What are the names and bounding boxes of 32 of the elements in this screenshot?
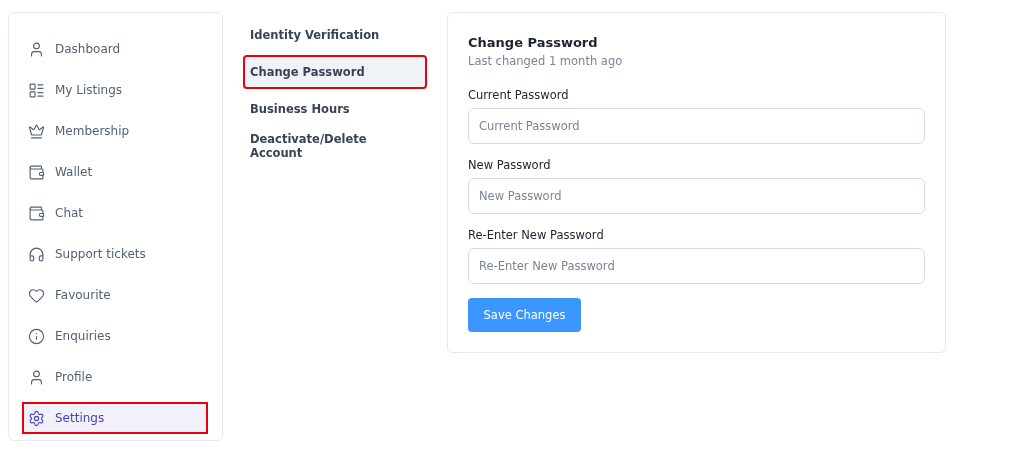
field-label: Current Password [468, 88, 570, 102]
sidebar-item[interactable]: Wallet [22, 156, 208, 188]
sidebar-item[interactable]: Dashboard [22, 33, 208, 65]
settings-menu-item[interactable]: Deactivate/Delete Account [243, 129, 427, 163]
sidebar-item[interactable]: My Listings [22, 74, 208, 106]
settings-icon [28, 409, 45, 427]
settings-menu-item[interactable]: Business Hours [243, 92, 427, 126]
heart-icon [28, 286, 45, 304]
settings-menu-item[interactable]: Change Password [243, 55, 427, 89]
field-label: New Password [468, 158, 552, 172]
wallet-icon [28, 163, 45, 181]
sidebar-item[interactable]: Profile [22, 361, 208, 393]
field-label: Re-Enter New Password [468, 228, 605, 242]
form-subtitle: Last changed 1 month ago [468, 54, 624, 68]
person-icon [28, 40, 45, 58]
sidebar-item[interactable]: Favourite [22, 279, 208, 311]
sidebar-item[interactable]: Chat [22, 197, 208, 229]
password-field[interactable]: Re-Enter New Password [468, 248, 925, 284]
sidebar-item[interactable]: Support tickets [22, 238, 208, 270]
settings-menu-item[interactable]: Identity Verification [243, 18, 427, 52]
person-icon [28, 368, 45, 386]
password-field[interactable]: New Password [468, 178, 925, 214]
sidebar-item[interactable]: Enquiries [22, 320, 208, 352]
headset-icon [28, 245, 45, 263]
list-icon [28, 81, 45, 99]
sidebar-item[interactable]: Settings [22, 402, 208, 434]
password-field[interactable]: Current Password [468, 108, 925, 144]
sidebar-item[interactable]: Membership [22, 115, 208, 147]
crown-icon [28, 122, 45, 140]
info-icon [28, 327, 45, 345]
wallet-icon [28, 204, 45, 222]
form-title: Change Password [468, 35, 599, 50]
